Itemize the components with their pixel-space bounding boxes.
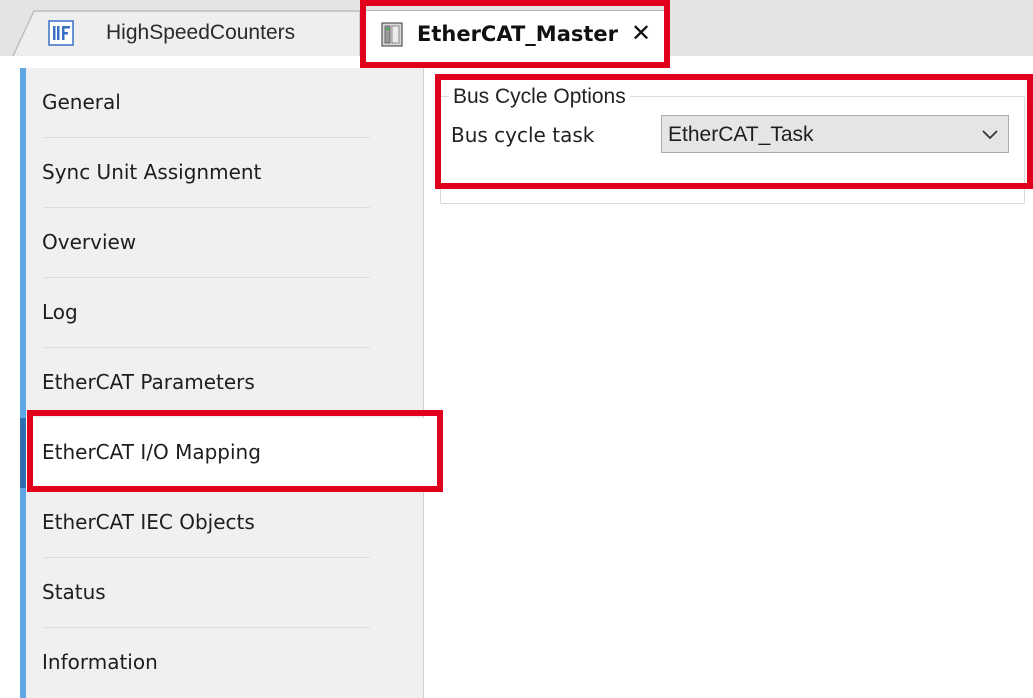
sidebar-item-information[interactable]: Information [20, 628, 424, 698]
sidebar-item-label: Overview [42, 230, 137, 254]
highlight-box-io-mapping [27, 410, 443, 492]
sidebar-item-label: Status [42, 580, 106, 604]
sidebar-item-label: EtherCAT Parameters [42, 370, 255, 394]
selection-indicator [20, 418, 26, 488]
device-editor-sidebar: General Sync Unit Assignment Overview Lo… [20, 68, 424, 698]
tab-highspeedcounters[interactable]: HighSpeedCounters [12, 10, 360, 58]
sidebar-item-general[interactable]: General [20, 68, 424, 138]
highlight-box-tab [360, 0, 670, 68]
sidebar-item-label: Sync Unit Assignment [42, 160, 262, 184]
sidebar-item-label: Information [42, 650, 158, 674]
tab-label: HighSpeedCounters [106, 21, 296, 44]
sidebar-item-sync-unit-assignment[interactable]: Sync Unit Assignment [20, 138, 424, 208]
io-module-icon [48, 20, 74, 46]
highlight-box-bus-cycle [435, 74, 1033, 189]
sidebar-item-ethercat-parameters[interactable]: EtherCAT Parameters [20, 348, 424, 418]
sidebar-item-label: Log [42, 300, 78, 324]
sidebar-item-status[interactable]: Status [20, 558, 424, 628]
sidebar-item-log[interactable]: Log [20, 278, 424, 348]
sidebar-item-label: EtherCAT IEC Objects [42, 510, 255, 534]
sidebar-item-ethercat-iec-objects[interactable]: EtherCAT IEC Objects [20, 488, 424, 558]
sidebar-item-overview[interactable]: Overview [20, 208, 424, 278]
sidebar-item-label: General [42, 90, 121, 114]
